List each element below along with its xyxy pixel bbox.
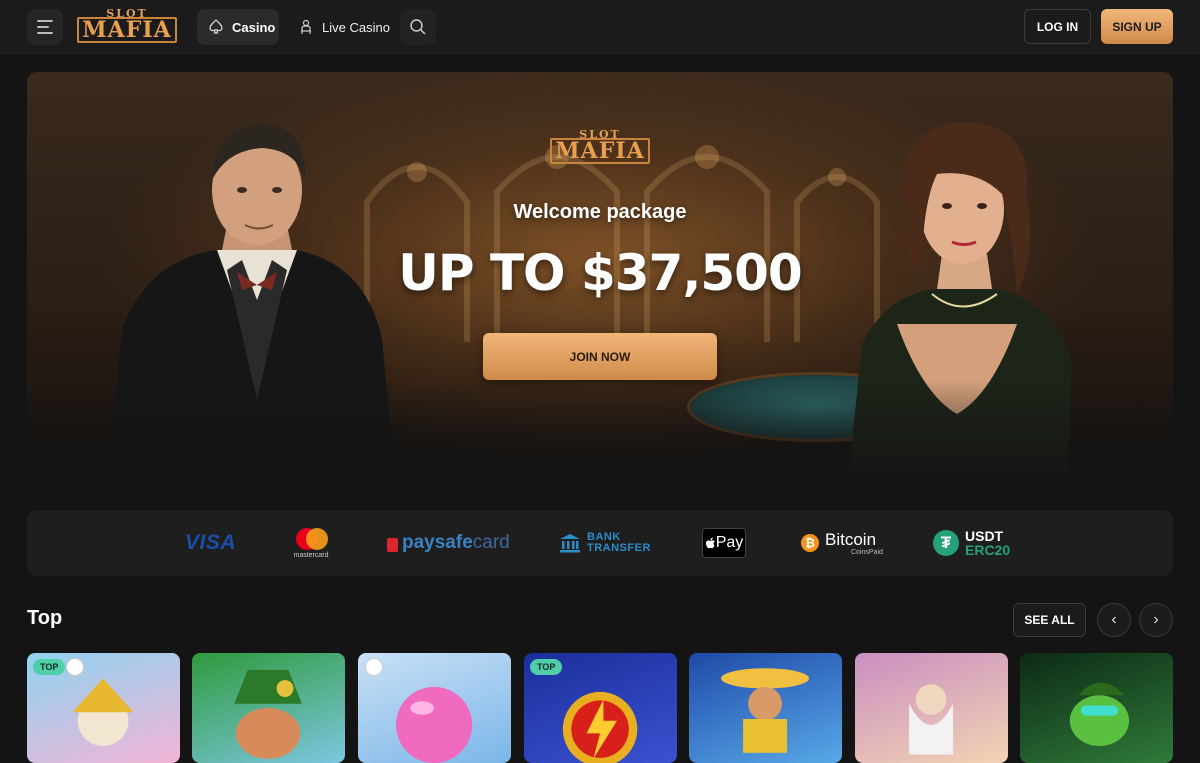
apple-pay-logo: Pay xyxy=(702,528,746,558)
nav-live-casino-label: Live Casino xyxy=(322,19,390,35)
hero-logo: SLOT MAFIA xyxy=(550,129,650,165)
game-tile[interactable] xyxy=(358,653,511,763)
game-tile[interactable] xyxy=(192,653,345,763)
game-tile[interactable] xyxy=(1020,653,1173,763)
game-artwork xyxy=(721,668,810,753)
provider-badge-icon xyxy=(365,658,383,676)
visa-text: VISA xyxy=(185,531,237,554)
top-badge: TOP xyxy=(33,659,66,675)
nav-live-casino[interactable]: Live Casino xyxy=(290,9,392,45)
usdt-logo: ₮ USDT ERC20 xyxy=(933,510,1010,576)
login-button[interactable]: LOG IN xyxy=(1024,9,1091,44)
carousel-prev-button[interactable]: ‹ xyxy=(1097,603,1131,637)
tether-icon: ₮ xyxy=(933,530,959,556)
top-badge: TOP xyxy=(530,659,563,675)
see-all-button[interactable]: SEE ALL xyxy=(1013,603,1086,637)
hero-logo-big-text: MAFIA xyxy=(550,138,650,164)
hero-amount: UP TO $37,500 xyxy=(398,244,802,302)
game-tile[interactable]: TOP xyxy=(524,653,677,763)
carousel-next-button[interactable]: › xyxy=(1139,603,1173,637)
site-logo[interactable]: SLOT MAFIA xyxy=(77,8,177,44)
game-tile[interactable] xyxy=(689,653,842,763)
lock-icon xyxy=(387,538,398,552)
provider-badge-icon xyxy=(66,658,84,676)
paysafe-card-text: card xyxy=(472,532,510,553)
usdt-text: USDT xyxy=(965,528,1004,544)
coinspaid-text: CoinsPaid xyxy=(851,548,883,556)
visa-logo: VISA xyxy=(185,510,236,576)
hero-subtitle: Welcome package xyxy=(513,201,687,223)
game-tile[interactable] xyxy=(855,653,1008,763)
bitcoin-logo: ₿ Bitcoin CoinsPaid xyxy=(801,510,883,576)
section-title-top: Top xyxy=(27,607,63,629)
nav-casino-label: Casino xyxy=(232,19,276,35)
top-header: SLOT MAFIA Casino Live Casino LOG IN SIG… xyxy=(0,0,1200,54)
signup-button[interactable]: SIGN UP xyxy=(1101,9,1173,44)
game-tile[interactable]: TOP xyxy=(27,653,180,763)
payment-methods-bar: VISA mastercard paysafecard BANK TRANSFE… xyxy=(27,510,1173,576)
spade-icon xyxy=(209,19,223,34)
dealer-icon xyxy=(301,19,311,34)
menu-icon[interactable] xyxy=(27,9,63,45)
nav-casino[interactable]: Casino xyxy=(197,9,279,45)
bank-icon xyxy=(560,534,580,553)
erc20-text: ERC20 xyxy=(965,542,1011,558)
bitcoin-text: Bitcoin xyxy=(825,529,877,549)
search-icon xyxy=(410,19,426,35)
apple-pay-text: Pay xyxy=(715,534,744,551)
search-button[interactable] xyxy=(400,9,436,45)
hero-fade-overlay xyxy=(27,380,1173,490)
chevron-left-icon: ‹ xyxy=(1111,611,1117,628)
bank-transfer-logo: BANK TRANSFER xyxy=(559,510,651,576)
paysafe-text: paysafe xyxy=(402,532,473,553)
bitcoin-icon: ₿ xyxy=(801,534,819,552)
logo-big-text: MAFIA xyxy=(77,17,177,43)
apple-icon xyxy=(705,537,715,548)
game-artwork xyxy=(234,669,302,759)
game-artwork xyxy=(1069,682,1130,747)
paysafecard-logo: paysafecard xyxy=(387,510,510,576)
mastercard-logo: mastercard xyxy=(293,510,329,576)
mastercard-text: mastercard xyxy=(293,551,329,559)
join-now-button[interactable]: JOIN NOW xyxy=(483,333,717,380)
game-artwork xyxy=(909,684,954,755)
chevron-right-icon: › xyxy=(1153,611,1159,628)
bank-text-line2: TRANSFER xyxy=(587,542,651,554)
hero-banner[interactable]: SLOT MAFIA Welcome package UP TO $37,500… xyxy=(27,72,1173,490)
mastercard-icon xyxy=(293,527,329,550)
